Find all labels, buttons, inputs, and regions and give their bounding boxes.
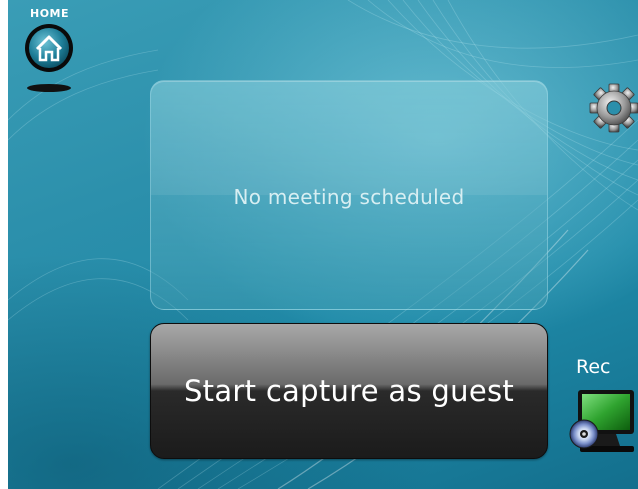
rec-label: Rec: [576, 356, 611, 378]
monitor-disc-icon: [569, 390, 634, 452]
start-capture-label: Start capture as guest: [183, 374, 515, 408]
home-label: HOME: [30, 7, 70, 20]
home-button[interactable]: [21, 20, 81, 100]
start-capture-button[interactable]: Start capture as guest: [150, 323, 548, 459]
meeting-status-text: No meeting scheduled: [233, 185, 465, 209]
home-icon: [25, 24, 73, 92]
gear-icon: [589, 83, 638, 133]
meeting-panel: No meeting scheduled: [150, 80, 548, 310]
kiosk-screen: HOME No meeting scheduled Start capture …: [8, 0, 638, 489]
rec-button[interactable]: [566, 388, 636, 458]
settings-button[interactable]: [588, 80, 638, 136]
